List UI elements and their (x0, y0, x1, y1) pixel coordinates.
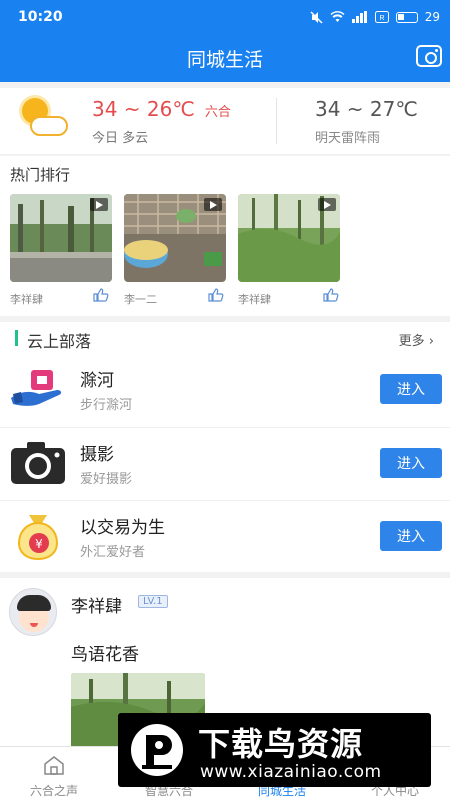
today-desc: 今日 多云 (92, 130, 149, 146)
tribe-desc: 步行滁河 (80, 398, 133, 413)
tomorrow-desc: 明天雷阵雨 (315, 130, 381, 146)
play-icon (90, 198, 108, 211)
video-thumbnail[interactable] (238, 194, 340, 282)
thumb-up-icon[interactable] (208, 288, 224, 302)
watermark-title: 下载鸟资源 (198, 725, 364, 763)
svg-text:R: R (379, 15, 384, 22)
tribe-item[interactable]: ¥ 以交易为生 外汇爱好者 进入 (0, 500, 450, 573)
weather-location: 六合 (204, 104, 231, 120)
section-title-tribe: 云上部落 (27, 332, 92, 351)
partly-cloudy-icon (18, 96, 74, 146)
mute-icon (310, 10, 323, 24)
tribe-name: 摄影 (80, 445, 114, 465)
tab-home[interactable]: 六合之声 (4, 747, 104, 800)
video-thumbnail[interactable] (124, 194, 226, 282)
camera-icon[interactable] (416, 45, 442, 67)
weather-card[interactable]: 34 ~ 26℃ 六合 今日 多云 34 ~ 27℃ 明天雷阵雨 (0, 88, 450, 154)
system-icons: R 29 (310, 10, 440, 24)
post-username[interactable]: 李祥肆 (71, 592, 122, 617)
battery-icon (395, 11, 418, 23)
money-bag-icon: ¥ (17, 515, 59, 561)
battery-level: 29 (424, 10, 440, 24)
avatar[interactable] (9, 588, 57, 636)
play-icon (318, 198, 336, 211)
status-bar: 10:20 R 29 (0, 0, 450, 34)
tribe-name: 以交易为生 (80, 518, 165, 538)
section-title-hot: 热门排行 (10, 166, 71, 184)
hd-icon: R (374, 11, 389, 23)
thumb-up-icon[interactable] (323, 288, 339, 302)
hot-ranking: 热门排行 李祥肆 李一二 李祥肆 (0, 156, 450, 316)
signal-icon (351, 11, 367, 23)
tribe-item[interactable]: 摄影 爱好摄影 进入 (0, 427, 450, 500)
tribe-desc: 爱好摄影 (80, 472, 133, 487)
level-badge: LV.1 (138, 595, 168, 608)
section-accent-bar (15, 330, 18, 346)
video-user[interactable]: 李祥肆 (238, 291, 271, 307)
watermark-url: www.xiazainiao.com (200, 762, 382, 782)
weather-divider (276, 98, 277, 144)
video-user[interactable]: 李祥肆 (10, 291, 43, 307)
camera-photo-icon (11, 442, 65, 484)
enter-button[interactable]: 进入 (380, 521, 442, 551)
play-icon (204, 198, 222, 211)
wifi-icon (330, 11, 345, 22)
tribe-desc: 外汇爱好者 (80, 545, 146, 560)
enter-button[interactable]: 进入 (380, 374, 442, 404)
video-user[interactable]: 李一二 (124, 291, 157, 307)
title-bar: 同城生活 (0, 34, 450, 82)
enter-button[interactable]: 进入 (380, 448, 442, 478)
weather-tomorrow: 34 ~ 27℃ 明天雷阵雨 (315, 97, 418, 146)
tribe-item[interactable]: 滁河 步行滁河 进入 (0, 354, 450, 427)
home-icon (44, 756, 64, 775)
page-title: 同城生活 (186, 48, 263, 71)
today-temp: 34 ~ 26℃ (92, 96, 195, 121)
bird-logo-icon (131, 724, 183, 776)
thumb-up-icon[interactable] (93, 288, 109, 302)
tab-label: 六合之声 (29, 784, 78, 798)
tribe-name: 滁河 (80, 371, 114, 391)
hand-river-icon (11, 370, 62, 406)
watermark-banner: 下载鸟资源 www.xiazainiao.com (118, 713, 431, 787)
svg-text:¥: ¥ (35, 537, 43, 551)
more-link[interactable]: 更多 › (399, 330, 434, 349)
video-thumbnail[interactable] (10, 194, 112, 282)
tribe-header: 云上部落 更多 › (0, 322, 450, 354)
cloud-tribe: 云上部落 更多 › 滁河 步行滁河 进入 摄影 爱好摄影 进入 ¥ 以交易为生 … (0, 322, 450, 572)
tomorrow-temp: 34 ~ 27℃ (315, 96, 418, 121)
status-time: 10:20 (18, 9, 63, 25)
weather-today: 34 ~ 26℃ 六合 今日 多云 (92, 97, 262, 146)
post-text: 鸟语花香 (71, 645, 139, 665)
